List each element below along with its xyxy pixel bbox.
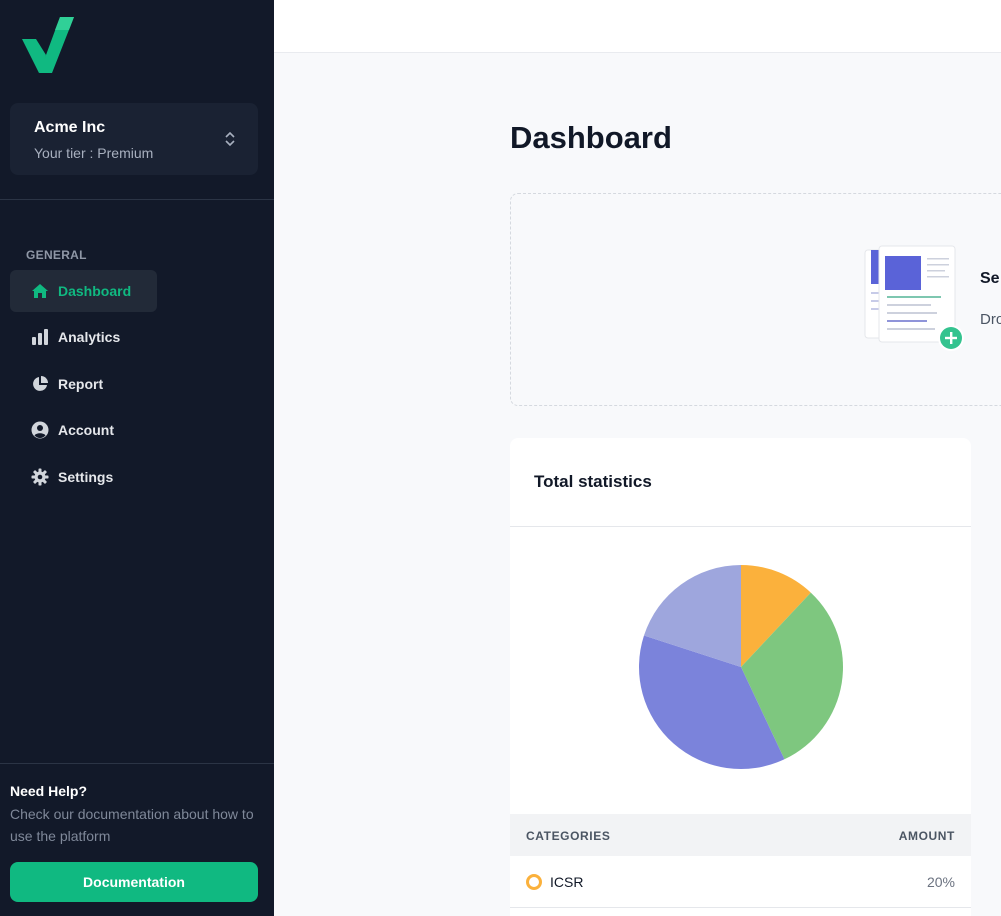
sidebar-divider	[0, 199, 274, 200]
help-title: Need Help?	[10, 783, 88, 799]
home-icon	[30, 281, 50, 301]
sidebar-item-report[interactable]: Report	[10, 363, 157, 405]
pie-chart-icon	[30, 374, 50, 394]
table-row: ICSR 20%	[510, 856, 971, 908]
upload-title: Se	[980, 270, 1000, 287]
statistics-pie-chart	[639, 565, 843, 769]
category-color-dot	[526, 874, 542, 890]
sidebar: Acme Inc Your tier : Premium GENERAL Das…	[0, 0, 274, 916]
amount-header: AMOUNT	[898, 829, 955, 843]
documents-upload-icon	[864, 245, 964, 351]
user-circle-icon	[30, 420, 50, 440]
page-title: Dashboard	[510, 120, 672, 155]
upload-dropzone[interactable]: Se Dro	[510, 193, 1001, 406]
categories-header: CATEGORIES	[526, 829, 611, 843]
chevron-up-down-icon	[225, 131, 235, 147]
help-text: Check our documentation about how to use…	[10, 806, 254, 844]
documentation-button[interactable]: Documentation	[10, 862, 258, 902]
card-divider	[510, 526, 971, 527]
bar-chart-icon	[30, 327, 50, 347]
sidebar-item-label: Analytics	[58, 329, 121, 345]
sidebar-divider	[0, 763, 274, 764]
top-bar	[274, 0, 1001, 53]
category-amount: 20%	[926, 874, 955, 890]
category-label: ICSR	[550, 874, 584, 890]
sidebar-item-dashboard[interactable]: Dashboard	[10, 270, 157, 312]
nav-section-label: GENERAL	[26, 248, 87, 262]
sidebar-item-settings[interactable]: Settings	[10, 456, 157, 498]
sidebar-item-analytics[interactable]: Analytics	[10, 316, 157, 358]
statistics-table-header: CATEGORIES AMOUNT	[510, 814, 971, 856]
statistics-card-title: Total statistics	[534, 472, 652, 491]
organization-name: Acme Inc	[34, 119, 106, 136]
statistics-card: Total statistics CATEGORIES AMOUNT ICSR …	[510, 438, 971, 916]
sidebar-item-account[interactable]: Account	[10, 409, 157, 451]
gear-icon	[30, 467, 50, 487]
sidebar-item-label: Report	[58, 376, 104, 392]
upload-subtitle: Dro	[980, 311, 1001, 328]
organization-tier: Your tier : Premium	[34, 145, 154, 161]
sidebar-item-label: Dashboard	[58, 283, 132, 299]
sidebar-item-label: Account	[58, 422, 114, 438]
organization-switcher[interactable]: Acme Inc Your tier : Premium	[10, 103, 258, 175]
sidebar-item-label: Settings	[58, 469, 114, 485]
logo-icon[interactable]	[22, 17, 76, 73]
